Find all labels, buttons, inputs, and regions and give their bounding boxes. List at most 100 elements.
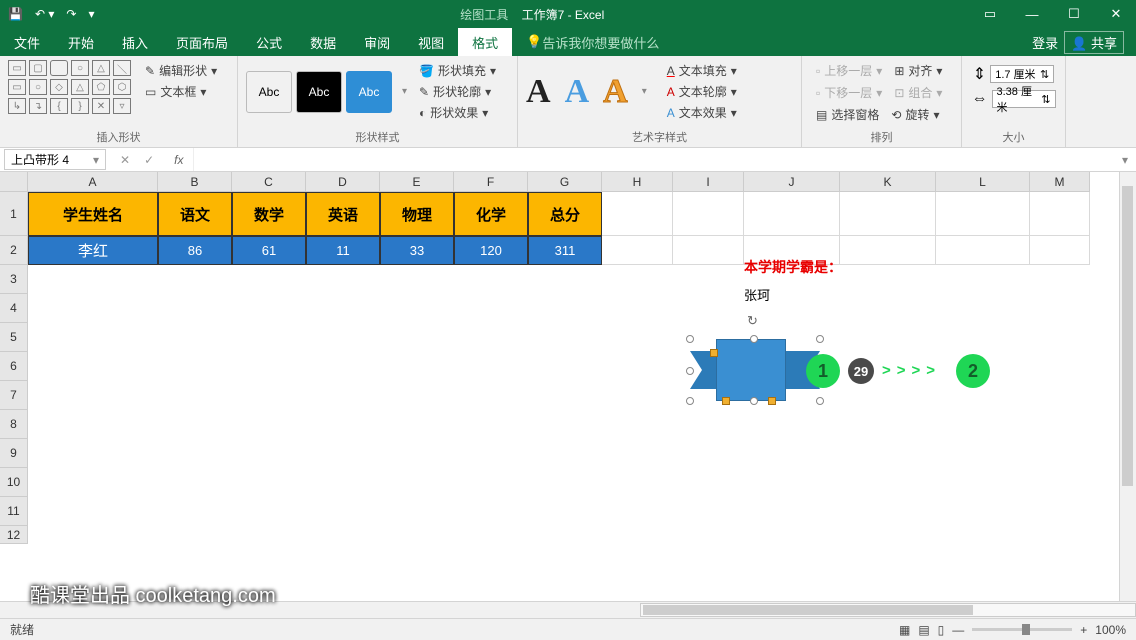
tab-file[interactable]: 文件	[0, 28, 54, 56]
name-box[interactable]: 上凸带形 4▾	[4, 149, 106, 170]
cell[interactable]	[840, 192, 936, 236]
row-header[interactable]: 8	[0, 410, 28, 439]
vertical-scrollbar[interactable]	[1119, 172, 1136, 601]
col-header[interactable]: A	[28, 172, 158, 192]
tab-view[interactable]: 视图	[404, 28, 458, 56]
shape-style-2[interactable]: Abc	[296, 71, 342, 113]
ribbon-options-icon[interactable]: ▭	[970, 0, 1010, 28]
textbox-button[interactable]: ▭ 文本框 ▾	[139, 81, 223, 102]
shape-effects-button[interactable]: ◐ 形状效果 ▾	[413, 102, 502, 123]
tell-me[interactable]: 💡 告诉我你想要做什么	[512, 28, 673, 56]
zoom-in-icon[interactable]: +	[1080, 623, 1087, 637]
cell[interactable]	[936, 192, 1030, 236]
rotate-button[interactable]: ⟲ 旋转 ▾	[885, 104, 945, 125]
shape-gallery[interactable]: ▭▢○△＼ ▭○◇△⬠⬡ ↳↴{}✕▿	[8, 60, 131, 114]
cell[interactable]	[673, 192, 744, 236]
style-more-icon[interactable]: ▾	[396, 86, 413, 97]
col-header[interactable]: M	[1030, 172, 1090, 192]
wordart-more-icon[interactable]: ▾	[642, 86, 647, 97]
row-header[interactable]: 7	[0, 381, 28, 410]
adjust-handle[interactable]	[722, 397, 730, 405]
wordart-style-2[interactable]: A	[565, 73, 590, 111]
cell[interactable]: 33	[380, 236, 454, 265]
tab-formula[interactable]: 公式	[242, 28, 296, 56]
cell[interactable]	[602, 236, 673, 265]
bring-forward-button[interactable]: ▫ 上移一层 ▾	[810, 60, 888, 81]
resize-handle[interactable]	[816, 397, 824, 405]
rotate-handle-icon[interactable]: ↻	[747, 313, 761, 327]
cell[interactable]	[1030, 236, 1090, 265]
undo-icon[interactable]: ↶ ▾	[35, 7, 54, 21]
selected-ribbon-shape[interactable]: ↻	[690, 339, 820, 401]
tab-data[interactable]: 数据	[296, 28, 350, 56]
cell[interactable]: 11	[306, 236, 380, 265]
text-fill-button[interactable]: A 文本填充 ▾	[661, 60, 743, 81]
cell[interactable]: 李红	[28, 236, 158, 265]
cell[interactable]: 311	[528, 236, 602, 265]
view-normal-icon[interactable]: ▦	[899, 623, 910, 637]
cell[interactable]	[744, 192, 840, 236]
formula-input[interactable]	[193, 148, 1114, 171]
row-header[interactable]: 5	[0, 323, 28, 352]
fx-icon[interactable]: fx	[164, 153, 193, 167]
cell[interactable]	[602, 192, 673, 236]
row-header[interactable]: 9	[0, 439, 28, 468]
shape-outline-button[interactable]: ✎ 形状轮廓 ▾	[413, 81, 502, 102]
row-header[interactable]: 12	[0, 526, 28, 544]
wordart-style-1[interactable]: A	[526, 73, 551, 111]
resize-handle[interactable]	[750, 397, 758, 405]
group-button[interactable]: ⊡ 组合 ▾	[888, 82, 948, 103]
login-link[interactable]: 登录	[1032, 33, 1058, 52]
shape-fill-button[interactable]: 🪣 形状填充 ▾	[413, 60, 502, 81]
tab-insert[interactable]: 插入	[108, 28, 162, 56]
row-header[interactable]: 2	[0, 236, 28, 265]
save-icon[interactable]: 💾	[8, 7, 23, 21]
maximize-icon[interactable]: ☐	[1054, 0, 1094, 28]
text-outline-button[interactable]: A 文本轮廓 ▾	[661, 81, 743, 102]
tab-review[interactable]: 审阅	[350, 28, 404, 56]
minimize-icon[interactable]: —	[1012, 0, 1052, 28]
tab-format[interactable]: 格式	[458, 28, 512, 56]
col-header[interactable]: B	[158, 172, 232, 192]
col-header[interactable]: D	[306, 172, 380, 192]
cell[interactable]: 学生姓名	[28, 192, 158, 236]
col-header[interactable]: G	[528, 172, 602, 192]
cell[interactable]: 120	[454, 236, 528, 265]
resize-handle[interactable]	[686, 335, 694, 343]
resize-handle[interactable]	[686, 397, 694, 405]
cell[interactable]: 语文	[158, 192, 232, 236]
col-header[interactable]: F	[454, 172, 528, 192]
col-header[interactable]: I	[673, 172, 744, 192]
row-header[interactable]: 4	[0, 294, 28, 323]
text-effect-button[interactable]: A 文本效果 ▾	[661, 102, 743, 123]
resize-handle[interactable]	[686, 367, 694, 375]
col-header[interactable]: L	[936, 172, 1030, 192]
col-header[interactable]: H	[602, 172, 673, 192]
zoom-slider[interactable]	[972, 628, 1072, 631]
resize-handle[interactable]	[816, 335, 824, 343]
view-break-icon[interactable]: ▯	[938, 623, 945, 637]
row-header[interactable]: 1	[0, 192, 28, 236]
align-button[interactable]: ⊞ 对齐 ▾	[888, 60, 948, 81]
row-header[interactable]: 10	[0, 468, 28, 497]
col-header[interactable]: C	[232, 172, 306, 192]
cell[interactable]	[840, 236, 936, 265]
cell[interactable]: 化学	[454, 192, 528, 236]
accept-fx-icon[interactable]: ✓	[144, 153, 154, 167]
zoom-out-icon[interactable]: —	[952, 623, 964, 637]
tab-layout[interactable]: 页面布局	[162, 28, 242, 56]
cell[interactable]: 86	[158, 236, 232, 265]
expand-fx-icon[interactable]: ▾	[1114, 153, 1136, 167]
cancel-fx-icon[interactable]: ✕	[120, 153, 130, 167]
cell[interactable]	[1030, 192, 1090, 236]
row-header[interactable]: 11	[0, 497, 28, 526]
cell[interactable]: 英语	[306, 192, 380, 236]
width-input[interactable]: 3.38 厘米⇅	[992, 90, 1056, 108]
cell[interactable]: 61	[232, 236, 306, 265]
col-header[interactable]: K	[840, 172, 936, 192]
col-header[interactable]: E	[380, 172, 454, 192]
select-all-corner[interactable]	[0, 172, 28, 192]
adjust-handle[interactable]	[768, 397, 776, 405]
cell[interactable]: 总分	[528, 192, 602, 236]
shape-style-3[interactable]: Abc	[346, 71, 392, 113]
